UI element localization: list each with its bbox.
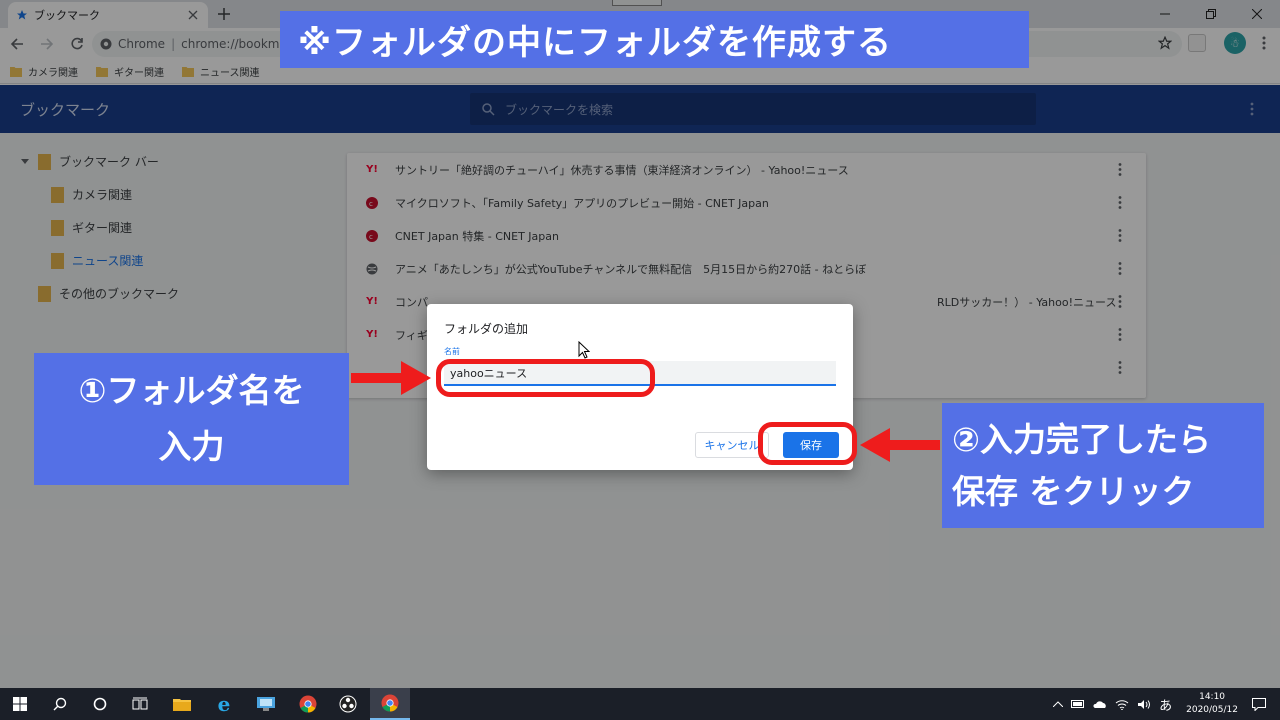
annotation-step1: ①フォルダ名を 入力 [34,353,349,485]
mouse-cursor-icon [578,341,590,359]
chevron-up-icon[interactable] [1053,701,1064,707]
cortana-icon[interactable] [80,688,120,720]
clock[interactable]: 14:10 2020/05/12 [1186,691,1238,717]
chrome-taskbar-icon[interactable] [288,688,328,720]
internet-explorer-icon[interactable]: e [204,688,244,720]
windows-start-icon[interactable] [0,688,40,720]
annotation-step2: ②入力完了したら 保存 をクリック [942,403,1264,528]
wifi-icon[interactable] [1115,699,1129,710]
system-tray: あ 14:10 2020/05/12 [1049,688,1280,720]
name-field-label: 名前 [444,347,460,356]
remote-desktop-icon[interactable] [246,688,286,720]
battery-icon[interactable] [1071,700,1085,708]
dialog-title: フォルダの追加 [444,322,529,336]
chrome-active-icon[interactable] [370,688,410,720]
search-icon[interactable] [40,688,80,720]
highlight-name-input [436,359,655,397]
annotation-step1-line1: ①フォルダ名を [78,371,305,410]
highlight-save-button [758,422,857,465]
onedrive-icon[interactable] [1093,700,1107,708]
taskbar: e あ 14:10 2020/05/12 [0,688,1280,720]
notification-icon[interactable] [1252,697,1266,711]
annotation-step2-line1: ②入力完了したら [952,419,1211,459]
obs-icon[interactable] [328,688,368,720]
clock-date: 2020/05/12 [1186,705,1238,715]
clock-time: 14:10 [1199,692,1226,702]
task-view-icon[interactable] [120,688,160,720]
file-explorer-icon[interactable] [162,688,202,720]
annotation-title: ※フォルダの中にフォルダを作成する [280,11,1029,68]
ime-indicator[interactable]: あ [1159,695,1172,714]
annotation-step2-line2: 保存 をクリック [952,471,1195,511]
arrow-right-icon [351,361,431,395]
arrow-left-icon [860,428,940,462]
volume-icon[interactable] [1137,699,1151,710]
annotation-step1-line2: 入力 [158,427,225,466]
